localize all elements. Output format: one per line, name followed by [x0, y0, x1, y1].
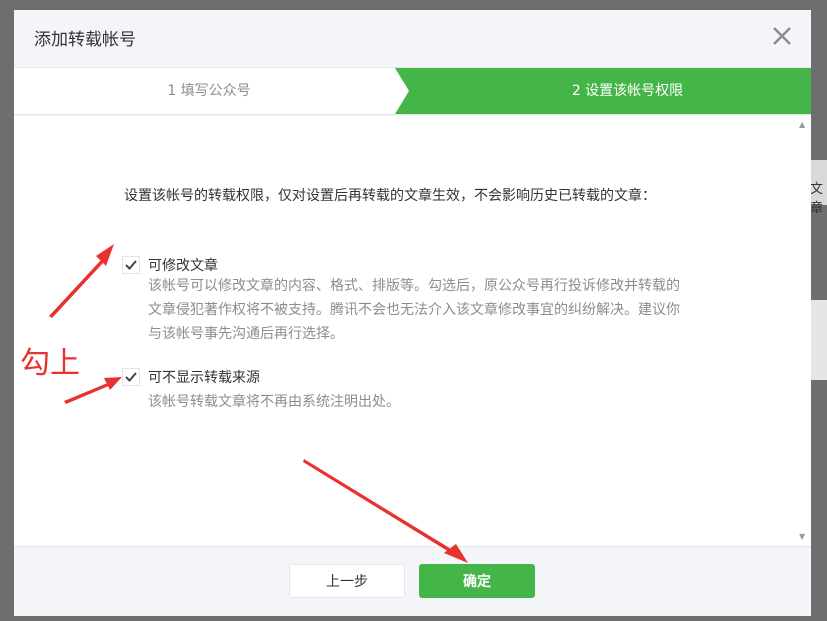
add-repost-account-dialog: 添加转载帐号 1 填写公众号 2 设置该帐号权限 设置该帐号的转载权限，仅对设置… — [14, 10, 811, 616]
dialog-title: 添加转载帐号 — [34, 30, 136, 50]
permission-intro-text: 设置该帐号的转载权限，仅对设置后再转载的文章生效，不会影响历史已转载的文章： — [124, 188, 656, 204]
hide-source-checkbox[interactable] — [122, 368, 140, 386]
confirm-button[interactable]: 确定 — [419, 564, 535, 598]
dialog-footer: 上一步 确定 — [14, 547, 811, 616]
content-scrollbar[interactable]: ▲ ▼ — [795, 116, 811, 546]
background-page-strip — [811, 300, 827, 380]
hide-source-label[interactable]: 可不显示转载来源 — [148, 367, 260, 387]
background-page-text: 文章 — [810, 182, 824, 216]
can-edit-label[interactable]: 可修改文章 — [148, 255, 218, 275]
step-progress-bar: 1 填写公众号 2 设置该帐号权限 — [14, 67, 811, 115]
can-edit-checkbox[interactable] — [122, 256, 140, 274]
scroll-down-arrow-icon[interactable]: ▼ — [799, 532, 805, 542]
scroll-up-arrow-icon[interactable]: ▲ — [799, 120, 805, 130]
dialog-content: 设置该帐号的转载权限，仅对设置后再转载的文章生效，不会影响历史已转载的文章： 可… — [14, 116, 811, 547]
hide-source-description: 该帐号转载文章将不再由系统注明出处。 — [148, 394, 400, 410]
close-icon[interactable] — [769, 23, 795, 49]
previous-step-button[interactable]: 上一步 — [289, 564, 405, 598]
annotation-check-label: 勾上 — [20, 346, 80, 381]
step-set-permissions: 2 设置该帐号权限 — [571, 83, 684, 99]
step-fill-account: 1 填写公众号 — [167, 83, 251, 99]
can-edit-description: 该帐号可以修改文章的内容、格式、排版等。勾选后，原公众号再行投诉修改并转载的文章… — [148, 278, 680, 342]
